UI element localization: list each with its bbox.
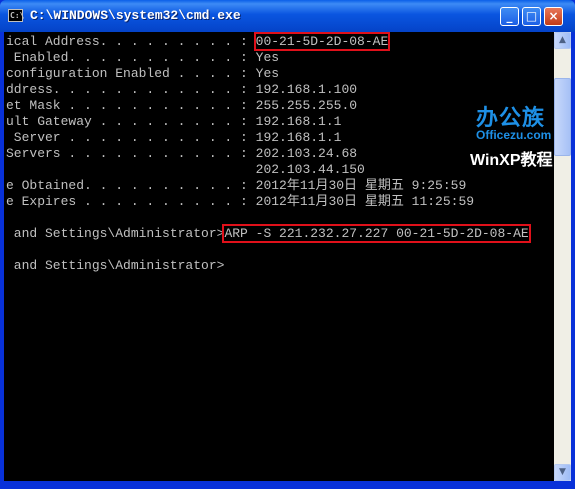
console-line: Server . . . . . . . . . . . : 192.168.1… — [6, 130, 342, 145]
console-output[interactable]: ical Address. . . . . . . . . : 00-21-5D… — [4, 32, 554, 481]
arp-command-highlight: ARP -S 221.232.27.227 00-21-5D-2D-08-AE — [222, 224, 531, 243]
scroll-thumb[interactable] — [554, 78, 571, 156]
command-prompt[interactable]: and Settings\Administrator> — [6, 258, 225, 274]
console-line: e Obtained. . . . . . . . . . : 2012年11月… — [6, 178, 467, 193]
maximize-button[interactable]: □ — [522, 7, 541, 26]
window-bottom-border — [0, 481, 575, 489]
close-button[interactable]: × — [544, 7, 563, 26]
window-title: C:\WINDOWS\system32\cmd.exe — [30, 8, 241, 23]
console-line: configuration Enabled . . . . : Yes — [6, 66, 280, 81]
console-line: 202.103.44.150 — [6, 162, 365, 177]
console-line: Enabled. . . . . . . . . . . : Yes — [6, 50, 280, 65]
console-line: Servers . . . . . . . . . . . : 202.103.… — [6, 146, 358, 161]
mac-address-highlight: 00-21-5D-2D-08-AE — [253, 32, 391, 51]
cmd-icon[interactable]: C:\ — [8, 9, 24, 22]
console-line: et Mask . . . . . . . . . . . : 255.255.… — [6, 98, 358, 113]
title-bar[interactable]: C:\ C:\WINDOWS\system32\cmd.exe _ □ × — [0, 0, 575, 32]
minimize-button[interactable]: _ — [500, 7, 519, 26]
console-line: ical Address. . . . . . . . . : 00-21-5D… — [6, 32, 391, 51]
console-line: e Expires . . . . . . . . . . : 2012年11月… — [6, 194, 475, 209]
vertical-scrollbar[interactable]: ▲ ▼ — [554, 32, 571, 481]
scroll-up-icon[interactable]: ▲ — [554, 32, 571, 49]
watermark-url: Officezu.com — [476, 128, 552, 142]
cmd-window: C:\ C:\WINDOWS\system32\cmd.exe _ □ × ic… — [0, 0, 575, 489]
scroll-down-icon[interactable]: ▼ — [554, 464, 571, 481]
console-line: and Settings\Administrator>ARP -S 221.23… — [6, 224, 531, 243]
console-line: ddress. . . . . . . . . . . . : 192.168.… — [6, 82, 358, 97]
console-line: ult Gateway . . . . . . . . . : 192.168.… — [6, 114, 342, 129]
watermark-tagline: WinXP教程 — [470, 152, 553, 169]
